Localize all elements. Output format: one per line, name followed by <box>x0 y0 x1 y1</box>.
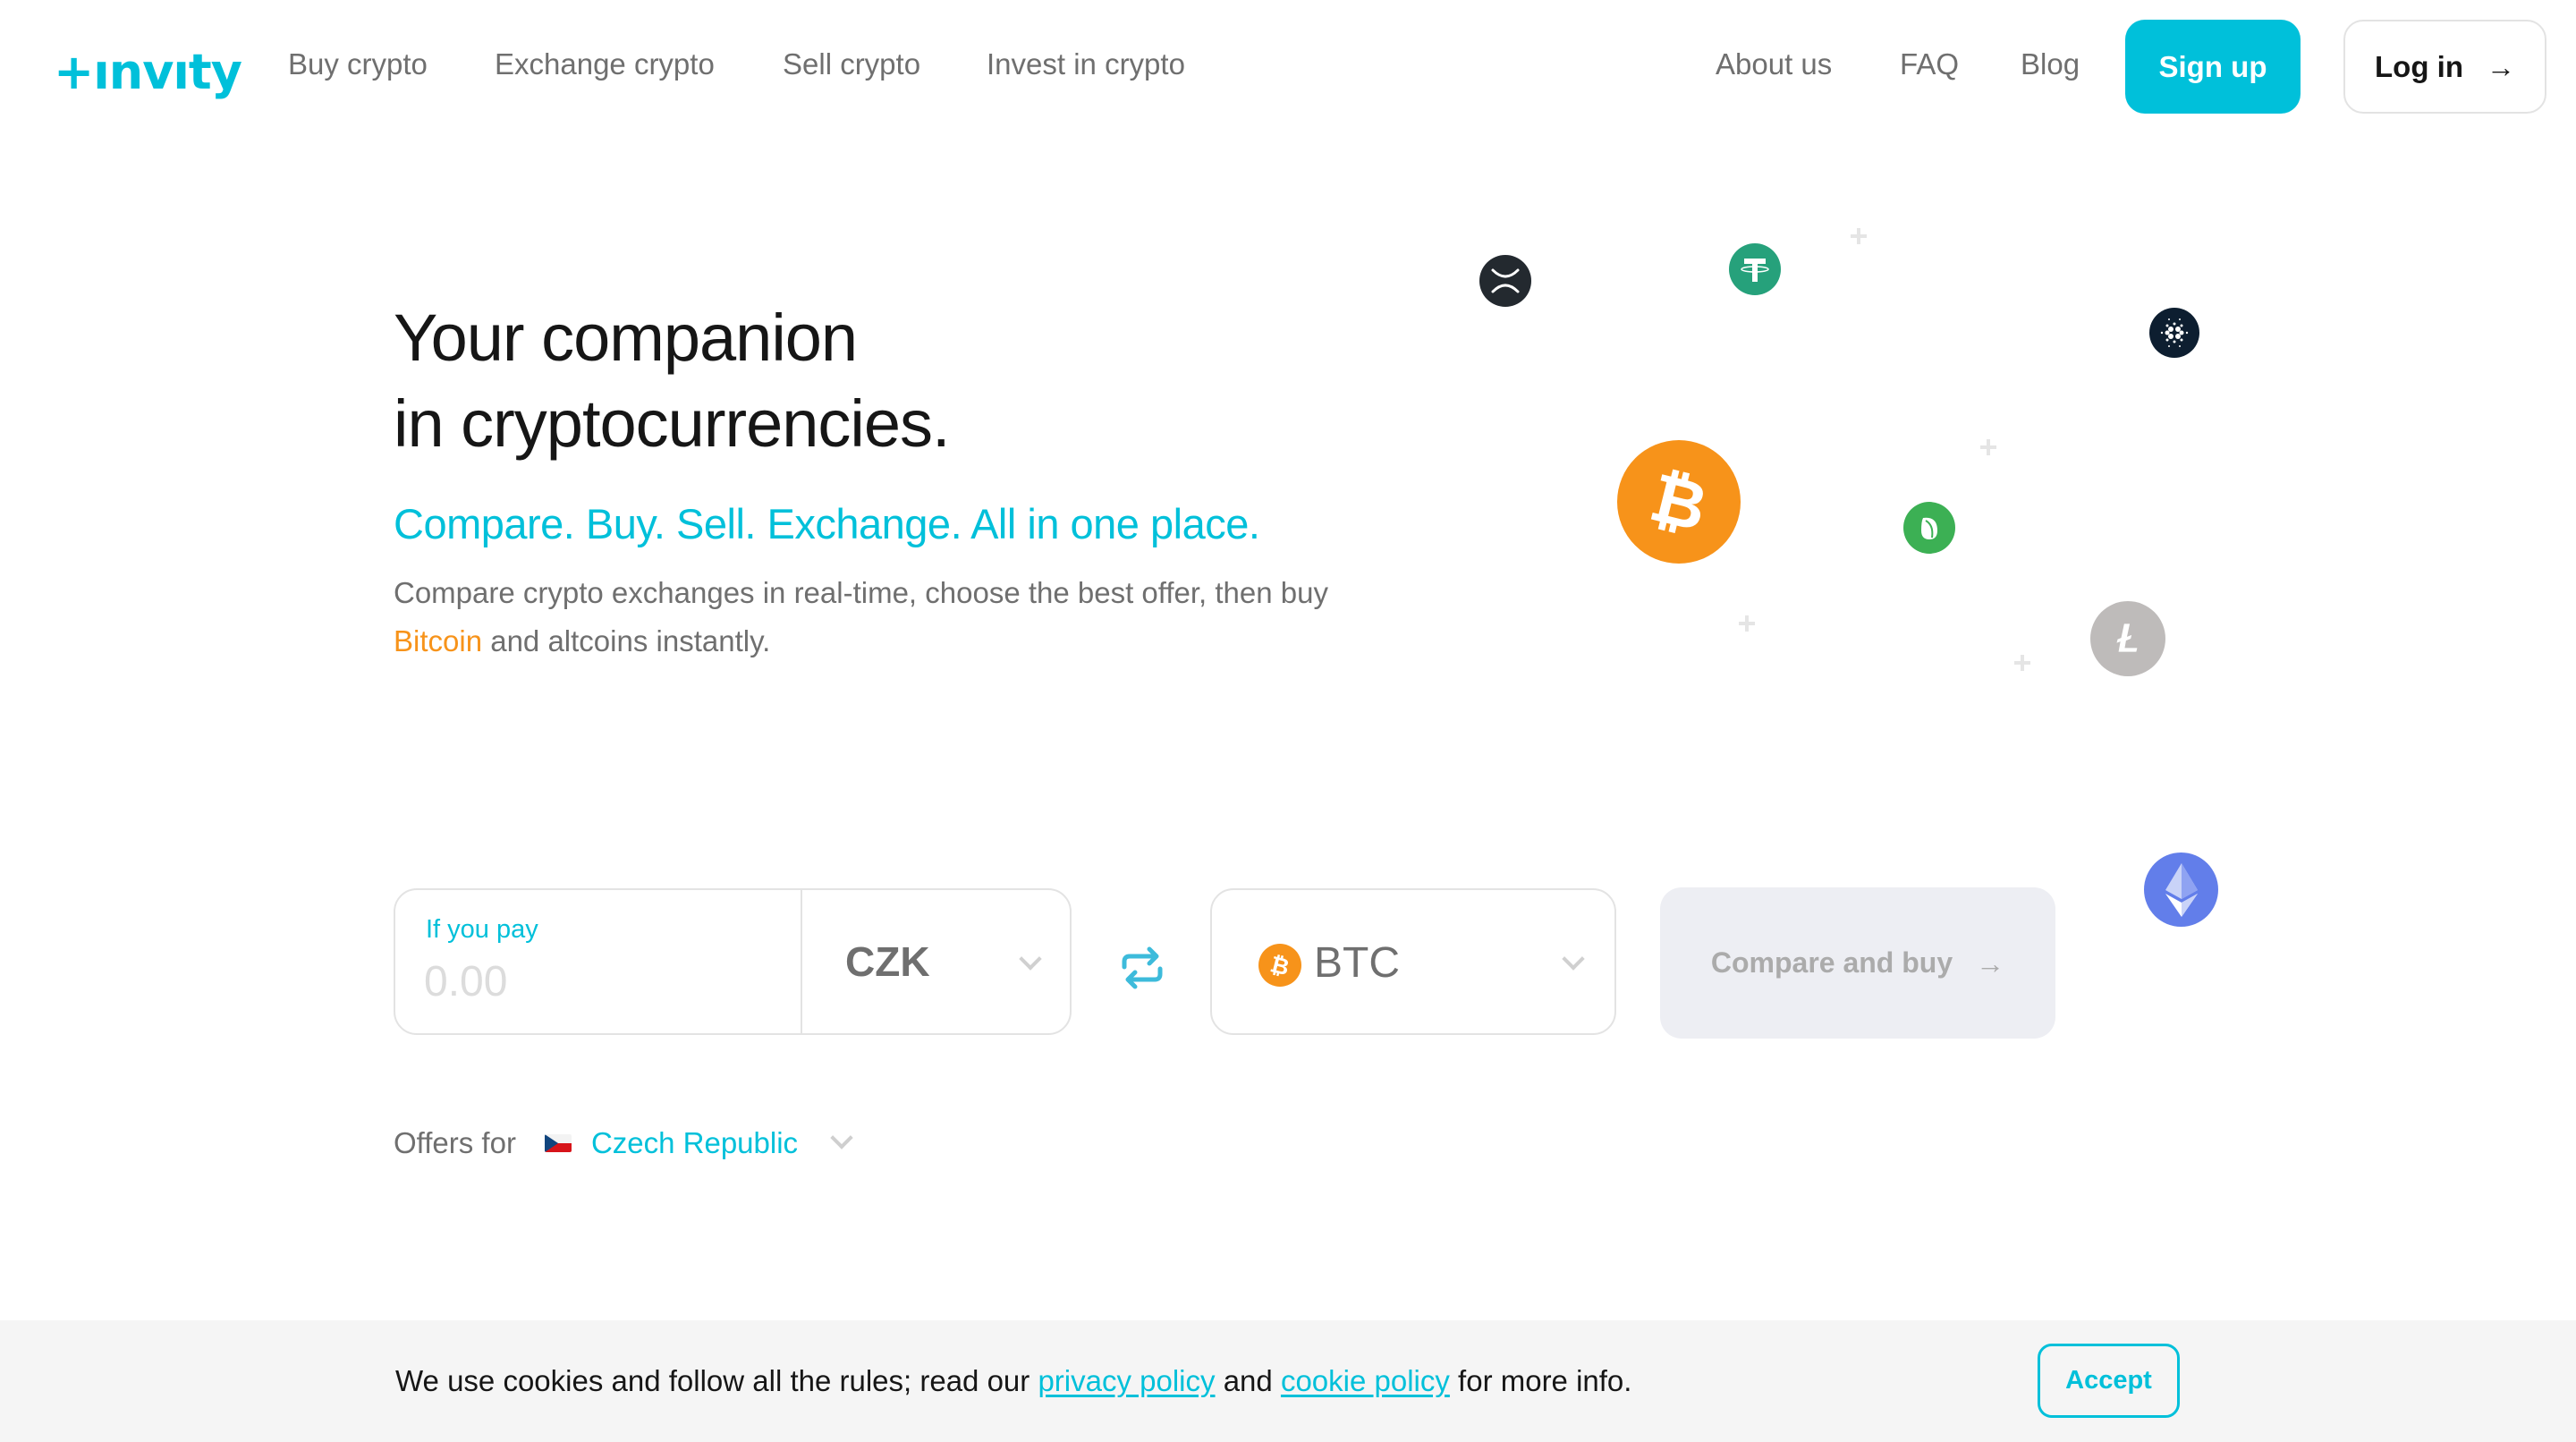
cookie-text-2: and <box>1215 1364 1281 1397</box>
hero-tagline: Compare. Buy. Sell. Exchange. All in one… <box>394 500 1260 547</box>
swap-currencies-button[interactable] <box>1119 944 1165 992</box>
hero-description-text: Compare crypto exchanges in real-time, c… <box>394 576 1328 609</box>
crypto-currency-value: BTC <box>1314 939 1400 987</box>
sparkle-plus-icon <box>1851 228 1867 244</box>
nav-buy-crypto[interactable]: Buy crypto <box>288 45 428 84</box>
nav-faq[interactable]: FAQ <box>1900 45 1959 84</box>
cookie-message: We use cookies and follow all the rules;… <box>395 1361 1631 1401</box>
arrow-right-icon: → <box>2486 50 2515 83</box>
cookie-text-3: for more info. <box>1449 1364 1632 1397</box>
nav-about-us[interactable]: About us <box>1716 45 1832 84</box>
pay-amount-input[interactable] <box>424 954 782 1008</box>
svg-text:₿: ₿ <box>1267 951 1292 980</box>
sparkle-plus-icon <box>1980 439 1996 455</box>
log-in-button[interactable]: Log in → <box>2343 20 2546 114</box>
ripple-icon <box>1479 255 1531 307</box>
hero-title-line2: in cryptocurrencies. <box>394 386 951 461</box>
arrow-right-icon: → <box>1976 946 2005 980</box>
hero-title-line1: Your companion <box>394 301 858 375</box>
nav-invest-in-crypto[interactable]: Invest in crypto <box>987 45 1185 84</box>
czech-flag-icon <box>544 1134 572 1152</box>
bitcoin-icon: ₿ <box>1258 944 1301 987</box>
pay-amount-field[interactable]: If you pay <box>395 890 801 1033</box>
nav-blog[interactable]: Blog <box>2021 45 2080 84</box>
tether-icon <box>1729 243 1781 295</box>
cookie-consent-bar: We use cookies and follow all the rules;… <box>0 1320 2576 1442</box>
offers-for-label: Offers for <box>394 1126 516 1159</box>
log-in-label: Log in <box>2375 49 2463 83</box>
chevron-down-icon <box>1562 947 1585 971</box>
peercoin-icon <box>1903 502 1955 554</box>
country-select[interactable]: Czech Republic <box>591 1126 798 1160</box>
nav-exchange-crypto[interactable]: Exchange crypto <box>495 45 715 84</box>
privacy-policy-link[interactable]: privacy policy <box>1038 1364 1215 1397</box>
crypto-currency-select[interactable]: ₿ BTC <box>1210 888 1616 1035</box>
cookie-policy-link[interactable]: cookie policy <box>1281 1364 1450 1397</box>
swap-arrows-icon <box>1122 946 1163 989</box>
hero-title: Your companion in cryptocurrencies. <box>394 295 951 467</box>
accept-cookies-button[interactable]: Accept <box>2038 1344 2180 1418</box>
svg-text:₿: ₿ <box>1643 462 1716 542</box>
hero-description-text-2: and altcoins instantly. <box>482 624 771 657</box>
compare-and-buy-button[interactable]: Compare and buy → <box>1660 887 2055 1039</box>
bitcoin-link[interactable]: Bitcoin <box>394 624 482 657</box>
invity-logo[interactable]: +ınvıty <box>54 34 242 97</box>
sign-up-button[interactable]: Sign up <box>2125 20 2301 114</box>
cardano-icon <box>2149 308 2199 358</box>
logo-text: +ınvıty <box>54 44 242 100</box>
compare-and-buy-label: Compare and buy <box>1710 946 1953 979</box>
sparkle-plus-icon <box>2014 655 2030 671</box>
chevron-down-icon <box>1019 947 1042 971</box>
ethereum-icon <box>2144 852 2218 927</box>
nav-sell-crypto[interactable]: Sell crypto <box>783 45 920 84</box>
bitcoin-icon: ₿ <box>1617 440 1741 564</box>
fiat-currency-select[interactable]: CZK <box>802 890 1070 1033</box>
pay-amount-group: If you pay CZK <box>394 888 1072 1035</box>
chevron-down-icon[interactable] <box>830 1126 853 1149</box>
cookie-text-1: We use cookies and follow all the rules;… <box>395 1364 1038 1397</box>
pay-label: If you pay <box>426 915 538 944</box>
hero-description: Compare crypto exchanges in real-time, c… <box>394 569 1395 666</box>
offers-for-country: Offers for Czech Republic <box>394 1124 853 1163</box>
fiat-currency-value: CZK <box>845 938 930 985</box>
sparkle-plus-icon <box>1739 615 1755 632</box>
litecoin-icon <box>2090 601 2165 676</box>
